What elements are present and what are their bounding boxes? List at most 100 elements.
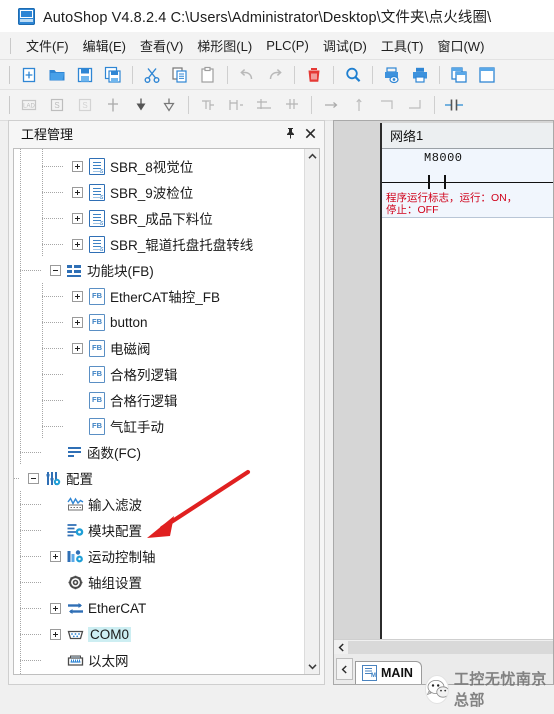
chevron-up-icon[interactable] — [305, 149, 319, 164]
open-project-button[interactable] — [44, 63, 70, 87]
toolbar-separator — [188, 96, 189, 114]
normally-open-contact-icon[interactable] — [382, 175, 553, 189]
paste-button[interactable] — [195, 63, 221, 87]
tree-item-ethercat-fb[interactable]: FB EtherCAT轴控_FB — [14, 283, 303, 309]
chevron-left-icon[interactable] — [334, 641, 348, 654]
branch-down-button[interactable] — [279, 93, 305, 117]
tab-prev-icon[interactable] — [336, 658, 353, 680]
insert-below-button[interactable] — [128, 93, 154, 117]
stl-mode-button[interactable]: S — [44, 93, 70, 117]
find-button[interactable] — [340, 63, 366, 87]
tree-indent — [14, 491, 50, 517]
network-label: 网络 — [390, 129, 417, 144]
menu-file[interactable]: 文件(F) — [19, 33, 76, 58]
cascade-windows-button[interactable] — [446, 63, 472, 87]
menu-ladder[interactable]: 梯形图(L) — [190, 33, 259, 58]
tree-item-fc[interactable]: 函数(FC) — [14, 439, 303, 465]
line-up-button[interactable] — [346, 93, 372, 117]
rung-comment: 程序运行标志，运行：ON，停止：OFF — [386, 192, 518, 216]
expand-plus-icon[interactable] — [72, 290, 83, 302]
corner-down-button[interactable] — [374, 93, 400, 117]
tree-vertical-scrollbar[interactable] — [304, 149, 319, 674]
collapse-minus-icon[interactable] — [50, 264, 61, 276]
ladder-editor: 网络 1 M8000 程序运行标志，运行：ON，停止：OFF M MAIN — [333, 120, 554, 685]
menu-window[interactable]: 窗口(W) — [430, 33, 491, 58]
tree-item-[interactable]: 模块配置 — [14, 517, 303, 543]
save-all-button[interactable] — [100, 63, 126, 87]
pin-icon[interactable] — [280, 124, 300, 142]
expand-plus-icon[interactable] — [72, 212, 83, 224]
expand-plus-icon[interactable] — [50, 628, 61, 640]
tree-item-sbr-8[interactable]: s SBR_8视觉位 — [14, 153, 303, 179]
tree-item-sbr-9[interactable]: s SBR_9波检位 — [14, 179, 303, 205]
delete-button[interactable] — [301, 63, 327, 87]
branch-updown-button[interactable] — [223, 93, 249, 117]
line-right-button[interactable] — [318, 93, 344, 117]
chevron-down-icon[interactable] — [305, 659, 319, 674]
expand-plus-icon[interactable] — [50, 550, 61, 562]
ladder-mode-button[interactable]: LAD — [16, 93, 42, 117]
cut-button[interactable] — [139, 63, 165, 87]
tree-item-ethernet-ip[interactable]: EtherNet/IP — [14, 673, 303, 674]
expand-plus-icon[interactable] — [72, 186, 83, 198]
tree-item-[interactable]: FB 合格列逻辑 — [14, 361, 303, 387]
collapse-minus-icon[interactable] — [28, 472, 39, 484]
tile-windows-button[interactable] — [474, 63, 500, 87]
fb-icon: FB — [89, 391, 105, 409]
expand-plus-icon[interactable] — [72, 160, 83, 172]
tree-item-sbr[interactable]: s SBR_辊道托盘托盘转线 — [14, 231, 303, 257]
tree-item-[interactable]: FB 气缸手动 — [14, 413, 303, 439]
tree-item-com0[interactable]: COM0 — [14, 621, 303, 647]
editor-horizontal-scrollbar[interactable] — [334, 639, 553, 654]
new-file-button[interactable] — [16, 63, 42, 87]
stl-alt-button[interactable]: S — [72, 93, 98, 117]
menu-debug[interactable]: 调试(D) — [316, 33, 374, 58]
undo-button[interactable] — [234, 63, 260, 87]
toolbar-grip[interactable] — [9, 96, 10, 114]
expand-plus-icon[interactable] — [72, 342, 83, 354]
project-tree[interactable]: sSBR_7锡焊位sSBR_8视觉位sSBR_9波检位sSBR_成品下料位sSB… — [13, 148, 320, 675]
close-icon[interactable] — [300, 124, 320, 142]
insert-row-button[interactable] — [100, 93, 126, 117]
tree-item-[interactable]: 运动控制轴 — [14, 543, 303, 569]
tree-indent — [14, 647, 50, 673]
normally-open-contact-button[interactable] — [441, 93, 467, 117]
autoshop-app-icon — [18, 7, 35, 25]
ladder-rung[interactable]: M8000 程序运行标志，运行：ON，停止：OFF — [382, 149, 553, 218]
copy-button[interactable] — [167, 63, 193, 87]
tree-item-sbr[interactable]: s SBR_成品下料位 — [14, 205, 303, 231]
redo-button[interactable] — [262, 63, 288, 87]
tree-item-button[interactable]: FB button — [14, 309, 303, 335]
branch-up-button[interactable] — [195, 93, 221, 117]
tree-no-expander — [50, 447, 61, 458]
expand-plus-icon[interactable] — [72, 316, 83, 328]
tree-item-ethercat[interactable]: EtherCAT — [14, 595, 303, 621]
menu-tools[interactable]: 工具(T) — [374, 33, 431, 58]
tree-item-[interactable]: FB 合格行逻辑 — [14, 387, 303, 413]
svg-text:LAD: LAD — [23, 103, 35, 109]
subroutine-icon: s — [89, 157, 105, 175]
print-button[interactable] — [407, 63, 433, 87]
tree-item-[interactable]: 轴组设置 — [14, 569, 303, 595]
tree-item-[interactable]: 配置 — [14, 465, 303, 491]
menu-plc[interactable]: PLC(P) — [259, 35, 316, 56]
application-window: AutoShop V4.8.2.4 C:\Users\Administrator… — [0, 0, 554, 714]
tree-item-[interactable]: 输入滤波 — [14, 491, 303, 517]
toolbar-grip[interactable] — [9, 66, 10, 84]
tree-item-[interactable]: 以太网 — [14, 647, 303, 673]
print-preview-button[interactable] — [379, 63, 405, 87]
branch-line-button[interactable] — [251, 93, 277, 117]
tree-item-fb[interactable]: 功能块(FB) — [14, 257, 303, 283]
menu-view[interactable]: 查看(V) — [133, 33, 190, 58]
save-button[interactable] — [72, 63, 98, 87]
insert-above-button[interactable] — [156, 93, 182, 117]
expand-plus-icon[interactable] — [72, 238, 83, 250]
hscroll-track[interactable] — [348, 640, 553, 654]
tab-main[interactable]: M MAIN — [355, 661, 422, 684]
ladder-canvas[interactable]: 网络 1 M8000 程序运行标志，运行：ON，停止：OFF — [380, 123, 553, 654]
corner-up-button[interactable] — [402, 93, 428, 117]
expand-plus-icon[interactable] — [50, 602, 61, 614]
tree-item-label: 配置 — [66, 472, 93, 487]
menu-edit[interactable]: 编辑(E) — [76, 33, 133, 58]
tree-item-[interactable]: FB 电磁阀 — [14, 335, 303, 361]
